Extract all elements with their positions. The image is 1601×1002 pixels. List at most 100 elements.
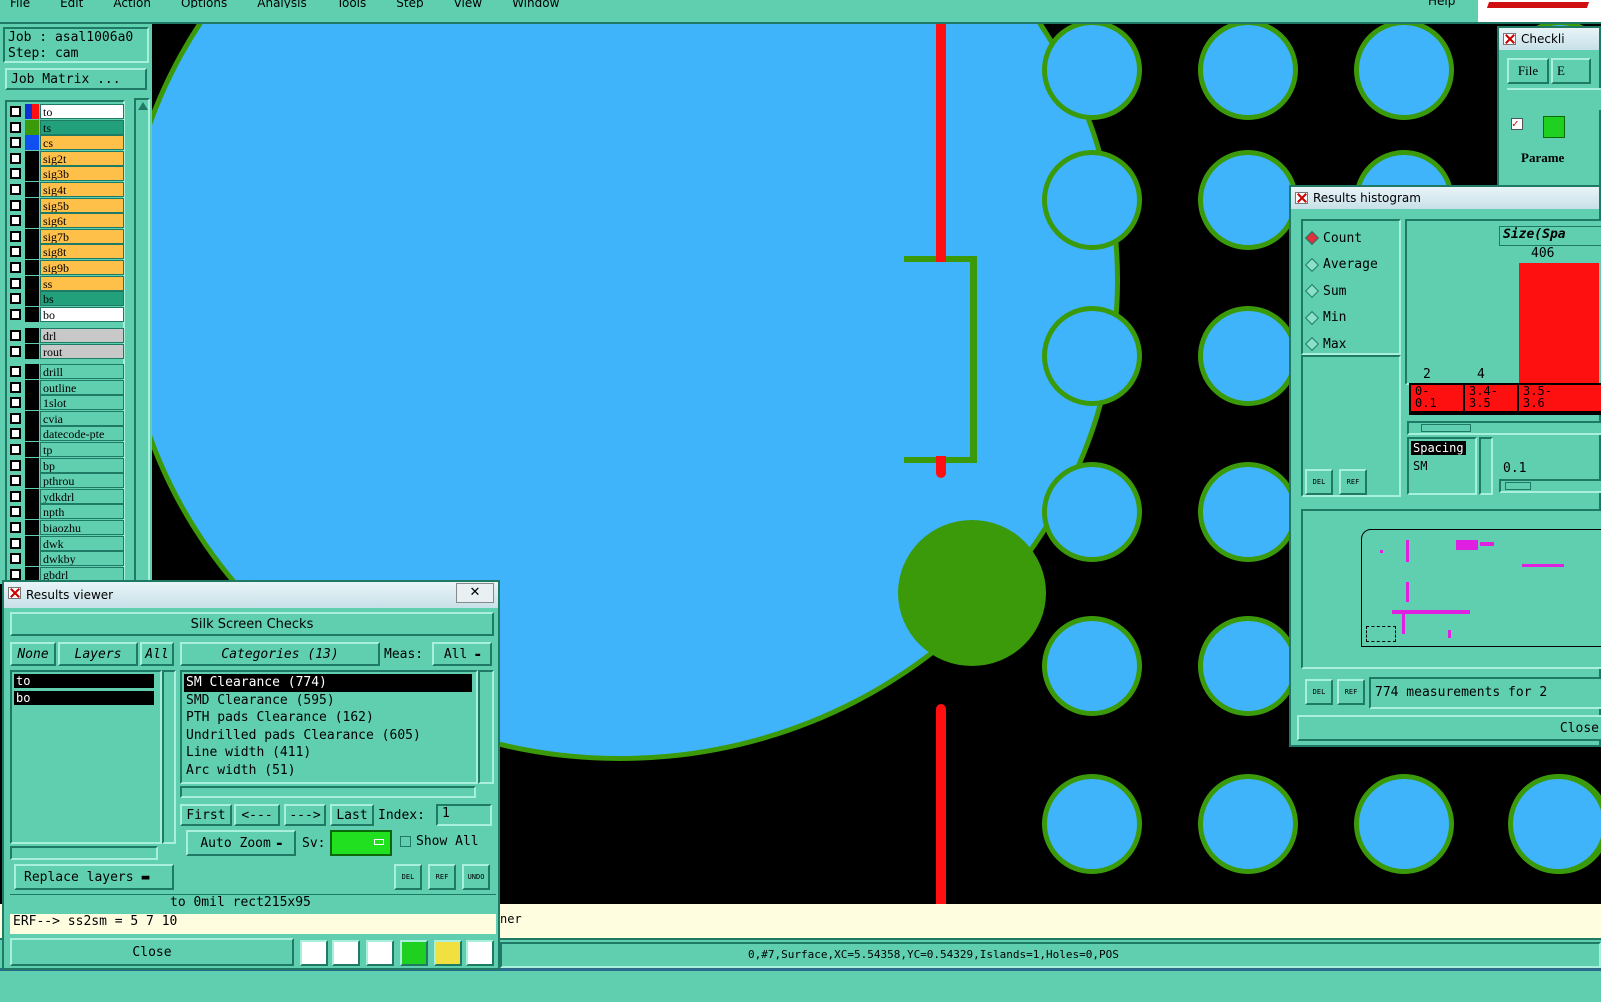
ref-button[interactable]: REF bbox=[1339, 469, 1367, 495]
layer-name[interactable]: npth bbox=[40, 504, 124, 520]
layer-name[interactable]: bo bbox=[40, 306, 124, 322]
layer-row[interactable]: sig3b bbox=[7, 166, 124, 182]
next-button[interactable]: ---> bbox=[284, 804, 326, 826]
replace-layers-menu[interactable]: Replace layers ▬ bbox=[14, 864, 174, 890]
category-item[interactable]: Undrilled pads Clearance (605) bbox=[184, 727, 472, 745]
layer-list-scrollbar[interactable] bbox=[162, 670, 176, 844]
categories-button[interactable]: Categories (13) bbox=[180, 642, 380, 666]
layer-name[interactable]: pthrou bbox=[40, 473, 124, 489]
layer-row[interactable]: outline bbox=[7, 379, 124, 395]
layer-checkbox[interactable] bbox=[10, 522, 21, 533]
sm-item[interactable]: SM bbox=[1413, 459, 1427, 473]
layer-row[interactable]: cs bbox=[7, 135, 124, 151]
mode-option[interactable]: Sum bbox=[1304, 278, 1378, 305]
layer-checkbox[interactable] bbox=[10, 553, 21, 565]
mode-option[interactable]: Average bbox=[1304, 252, 1378, 279]
prev-button[interactable]: <--- bbox=[234, 804, 280, 826]
menu-item[interactable]: View bbox=[454, 0, 482, 8]
layer-name[interactable]: 1slot bbox=[40, 395, 124, 411]
index-input[interactable]: 1 bbox=[436, 804, 492, 826]
none-button[interactable]: None bbox=[10, 642, 56, 666]
spacing-item[interactable]: Spacing bbox=[1411, 441, 1466, 455]
close-icon[interactable] bbox=[1295, 192, 1308, 204]
layer-name[interactable]: drill bbox=[40, 364, 124, 379]
layer-name[interactable]: dwkby bbox=[40, 551, 124, 567]
mini-map[interactable] bbox=[1361, 529, 1601, 647]
category-item[interactable]: Arc width (51) bbox=[184, 762, 472, 780]
close-icon[interactable] bbox=[1503, 33, 1516, 45]
layer-row[interactable]: rout bbox=[7, 343, 124, 359]
layer-checkbox[interactable] bbox=[10, 262, 21, 273]
check-header[interactable]: Silk Screen Checks bbox=[10, 612, 494, 636]
category-item[interactable]: Line width (411) bbox=[184, 744, 472, 762]
meas-select[interactable]: All ▬ bbox=[432, 642, 492, 666]
checklist-edit-menu[interactable]: E bbox=[1551, 58, 1591, 84]
layer-name[interactable]: to bbox=[40, 104, 124, 119]
layer-name[interactable]: ss bbox=[40, 275, 124, 291]
layer-name[interactable]: tp bbox=[40, 442, 124, 457]
menu-item[interactable]: Window bbox=[512, 0, 559, 8]
last-button[interactable]: Last bbox=[330, 804, 374, 826]
layer-checkbox[interactable] bbox=[10, 137, 21, 149]
sv-color-select[interactable] bbox=[330, 830, 392, 856]
layer-row[interactable]: to bbox=[7, 104, 124, 119]
layer-checkbox[interactable] bbox=[10, 199, 21, 211]
layer-name[interactable]: sig5b bbox=[40, 197, 124, 213]
layer-row[interactable]: 1slot bbox=[7, 395, 124, 411]
layer-name[interactable]: sig2t bbox=[40, 150, 124, 166]
layer-row[interactable]: sig8t bbox=[7, 244, 124, 260]
category-item[interactable]: SM Clearance (774) bbox=[184, 674, 472, 692]
layer-checkbox[interactable] bbox=[10, 215, 21, 227]
layer-row[interactable]: sig9b bbox=[7, 260, 124, 275]
layer-name[interactable]: ts bbox=[40, 119, 124, 135]
category-item[interactable]: SMD Clearance (595) bbox=[184, 692, 472, 710]
results-close-button[interactable]: Close bbox=[10, 938, 294, 966]
menu-item[interactable]: Step bbox=[396, 0, 423, 8]
layer-row[interactable]: dwkby bbox=[7, 551, 124, 567]
layer-checkbox[interactable] bbox=[10, 184, 21, 195]
layer-list-hscroll[interactable] bbox=[10, 846, 158, 860]
all-button[interactable]: All bbox=[140, 642, 174, 666]
menu-item[interactable]: Analysis bbox=[257, 0, 306, 8]
del-button[interactable]: DEL bbox=[394, 864, 422, 890]
layer-row[interactable]: ydkdrl bbox=[7, 488, 124, 504]
category-item[interactable]: PTH pads Clearance (162) bbox=[184, 709, 472, 727]
layer-checkbox[interactable] bbox=[10, 397, 21, 409]
layer-checkbox[interactable] bbox=[10, 121, 21, 133]
show-all-checkbox[interactable] bbox=[400, 836, 411, 847]
layer-checkbox[interactable] bbox=[10, 308, 21, 320]
layer-checkbox[interactable] bbox=[10, 412, 21, 424]
layer-row[interactable]: drill bbox=[7, 364, 124, 379]
layer-row[interactable]: bo bbox=[7, 306, 124, 322]
menu-item[interactable]: Tools bbox=[337, 0, 367, 8]
ref-button[interactable]: REF bbox=[1337, 679, 1365, 705]
histogram-close-button[interactable]: Close bbox=[1297, 715, 1601, 741]
category-hscroll[interactable] bbox=[180, 786, 476, 798]
layer-row[interactable]: bs bbox=[7, 291, 124, 307]
layer-row[interactable]: pthrou bbox=[7, 473, 124, 489]
layer-name[interactable]: sig4t bbox=[40, 182, 124, 197]
layer-row[interactable]: drl bbox=[7, 328, 124, 343]
layer-row[interactable]: npth bbox=[7, 504, 124, 520]
result-layer-item[interactable]: bo bbox=[14, 691, 154, 705]
layer-checkbox[interactable] bbox=[10, 568, 21, 580]
menu-item[interactable]: Options bbox=[181, 0, 227, 8]
bin-scrollbar[interactable] bbox=[1407, 421, 1601, 435]
check-icon[interactable]: ✓ bbox=[1511, 118, 1523, 130]
layer-checkbox[interactable] bbox=[10, 330, 21, 341]
slider-thumb[interactable] bbox=[1505, 482, 1531, 490]
layer-name[interactable]: bp bbox=[40, 457, 124, 473]
bin-scroll-thumb[interactable] bbox=[1421, 424, 1471, 432]
del-button[interactable]: DEL bbox=[1305, 679, 1333, 705]
layer-row[interactable]: ss bbox=[7, 275, 124, 291]
close-icon[interactable] bbox=[8, 587, 21, 599]
mode-option[interactable]: Max bbox=[1304, 331, 1378, 358]
auto-zoom-menu[interactable]: Auto Zoom ▬ bbox=[186, 830, 296, 856]
report-icon[interactable] bbox=[332, 940, 360, 966]
layer-row[interactable]: cvia bbox=[7, 410, 124, 426]
help-menu[interactable]: Help bbox=[1428, 0, 1455, 8]
run-icon[interactable] bbox=[1543, 116, 1565, 138]
layer-name[interactable]: drl bbox=[40, 328, 124, 343]
first-button[interactable]: First bbox=[180, 804, 232, 826]
value-slider[interactable] bbox=[1499, 479, 1601, 493]
